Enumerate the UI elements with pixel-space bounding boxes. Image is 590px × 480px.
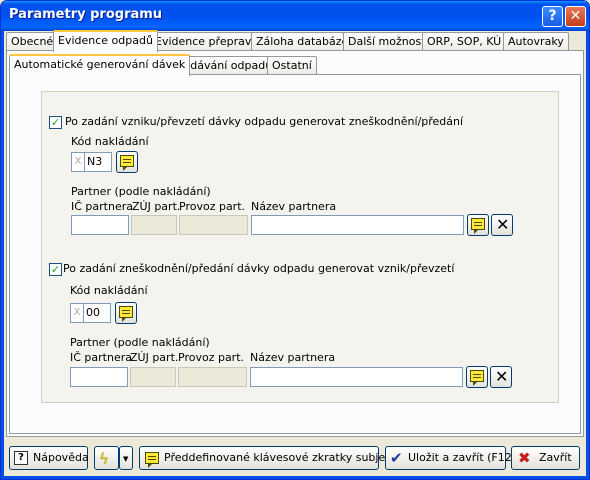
provoz-part-header: Provoz part. (179, 200, 246, 213)
kod-nakladani-field[interactable]: N3 (84, 152, 112, 172)
clear-x-icon: ✕ (496, 215, 510, 234)
zuj-part-field (130, 367, 176, 387)
provoz-part-header: Provoz part. (178, 351, 245, 364)
ic-partnera-header: IČ partnera (71, 200, 133, 213)
ic-partnera-field[interactable] (70, 367, 128, 387)
kod-nakladani-label: Kód nakládání (71, 135, 149, 148)
window-title: Parametry programu (9, 7, 163, 22)
tab-autovraky[interactable]: Autovraky (503, 32, 569, 52)
partner-label: Partner (podle nakládání) (70, 336, 210, 349)
help-button-label: Nápověda (33, 451, 89, 464)
zuj-part-header: ZÚJ part. (132, 200, 181, 213)
zuj-part-field (131, 215, 177, 235)
tab-ostatni[interactable]: Ostatní (267, 56, 317, 76)
help-icon: ? (14, 451, 28, 465)
kod-prefix: X (71, 152, 84, 172)
partner-label: Partner (podle nakládání) (71, 185, 211, 198)
nazev-partnera-header: Název partnera (251, 200, 337, 213)
tab-dalsi-moznosti[interactable]: Další možnosti (343, 32, 434, 52)
tab-orp-sop-ku[interactable]: ORP, SOP, KÚ (422, 32, 507, 52)
tab-evidence-prepravy[interactable]: Evidence přepravy (150, 32, 263, 52)
nazev-partnera-header: Název partnera (250, 351, 336, 364)
partner-clear-button[interactable]: ✕ (490, 366, 512, 388)
generate-origin-label: Po zadání zneškodnění/předání dávky odpa… (63, 262, 455, 275)
frame-right (586, 31, 589, 479)
tab-automaticke-generovani[interactable]: Automatické generování dávek (9, 54, 191, 76)
frame-bottom (1, 476, 589, 479)
close-button[interactable]: ✖ Zavřít (511, 446, 580, 470)
frame-left (1, 31, 4, 479)
tab-zaloha-databaze[interactable]: Záloha databáze (251, 32, 354, 52)
generate-disposal-label: Po zadání vzniku/převzetí dávky odpadu g… (65, 115, 464, 128)
shortcuts-button[interactable]: Předdefinované klávesové zkratky subjekt… (139, 446, 403, 470)
lightning-icon: ϟ (99, 450, 109, 468)
lightning-button[interactable]: ϟ (94, 446, 119, 470)
generate-origin-checkbox[interactable]: ✓ (49, 263, 62, 276)
partner-note-button[interactable] (466, 366, 488, 388)
kod-prefix: X (70, 303, 83, 323)
chevron-down-icon: ▼ (123, 455, 129, 463)
dialog-window: Parametry programu ? ✕ Obecné Evidence o… (0, 0, 590, 480)
kod-nakladani-field[interactable]: 00 (83, 303, 111, 323)
note-icon (119, 306, 133, 322)
provoz-part-field (179, 215, 248, 235)
kod-note-button[interactable] (115, 302, 137, 324)
close-button-label: Zavřít (539, 451, 572, 464)
close-title-button[interactable]: ✕ (565, 6, 586, 27)
note-icon (120, 155, 134, 171)
close-icon: ✖ (518, 449, 531, 467)
partner-clear-button[interactable]: ✕ (491, 214, 513, 236)
generate-disposal-checkbox[interactable]: ✓ (49, 116, 62, 129)
ic-partnera-field[interactable] (71, 215, 129, 235)
note-icon (145, 452, 159, 468)
kod-note-button[interactable] (116, 151, 138, 173)
shortcuts-button-label: Předdefinované klávesové zkratky subjekt… (164, 451, 403, 464)
clear-x-icon: ✕ (495, 367, 509, 386)
ic-partnera-header: IČ partnera (70, 351, 132, 364)
note-icon (470, 370, 484, 386)
provoz-part-field (178, 367, 247, 387)
nazev-partnera-field[interactable] (251, 215, 464, 235)
lightning-dropdown[interactable]: ▼ (119, 446, 133, 470)
zuj-part-header: ZÚJ part. (130, 351, 179, 364)
nazev-partnera-field[interactable] (250, 367, 463, 387)
title-bar[interactable]: Parametry programu ? ✕ (1, 1, 589, 31)
save-close-label: Uložit a zavřít (F12) (408, 451, 517, 464)
kod-nakladani-label: Kód nakládání (70, 284, 148, 297)
checkmark-icon: ✔ (390, 449, 403, 467)
help-button[interactable]: ? Nápověda (9, 446, 89, 470)
tab-obecne[interactable]: Obecné (6, 32, 59, 52)
save-close-button[interactable]: ✔ Uložit a zavřít (F12) (385, 446, 516, 470)
help-title-button[interactable]: ? (542, 6, 563, 27)
partner-note-button[interactable] (467, 214, 489, 236)
note-icon (471, 218, 485, 234)
tab-evidence-odpadu[interactable]: Evidence odpadů (53, 30, 158, 52)
